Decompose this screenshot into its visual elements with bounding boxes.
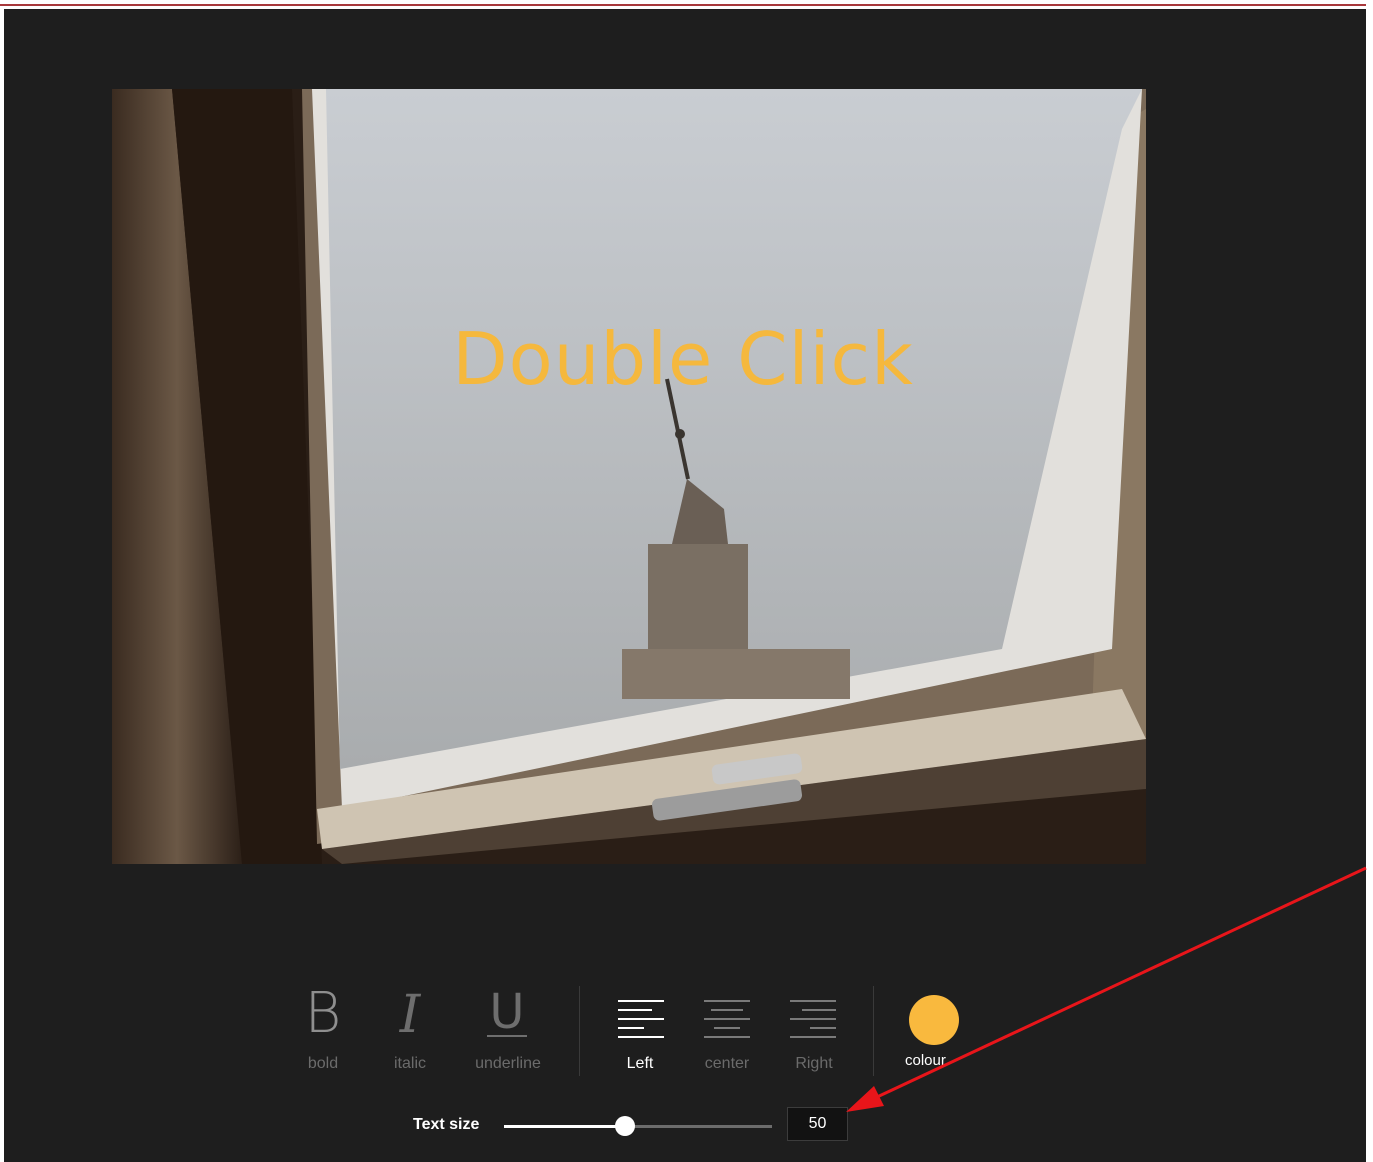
italic-label: italic — [393, 1055, 426, 1072]
align-left-button[interactable]: Left — [600, 978, 680, 1078]
toolbar-separator — [579, 986, 580, 1076]
svg-text:B: B — [305, 981, 342, 1040]
align-left-label: Left — [626, 1055, 654, 1072]
text-size-label: Text size — [413, 1116, 480, 1133]
italic-icon: I — [399, 985, 422, 1040]
photo-canvas[interactable]: Double Click — [112, 89, 1146, 864]
align-center-label: center — [704, 1055, 750, 1072]
slider-fill — [504, 1125, 625, 1128]
text-size-slider[interactable] — [504, 1116, 772, 1136]
bold-button[interactable]: B bold — [283, 978, 363, 1078]
colour-label: colour — [905, 1052, 946, 1069]
italic-button[interactable]: I italic — [370, 978, 450, 1078]
align-center-button[interactable]: center — [687, 978, 767, 1078]
align-right-button[interactable]: Right — [774, 978, 854, 1078]
text-toolbar: B bold I italic U underline Left center … — [275, 978, 1015, 1083]
bold-icon: B — [305, 981, 342, 1040]
align-left-icon — [618, 1000, 664, 1038]
text-size-input[interactable] — [787, 1107, 848, 1141]
svg-text:I: I — [399, 985, 422, 1040]
align-center-icon — [704, 1000, 750, 1038]
underline-icon: U — [487, 984, 527, 1040]
toolbar-separator — [873, 986, 874, 1076]
underline-button[interactable]: U underline — [467, 978, 547, 1078]
slider-thumb[interactable] — [614, 1116, 635, 1136]
overlay-text[interactable]: Double Click — [112, 317, 1146, 401]
underline-label: underline — [475, 1055, 541, 1072]
window-photo — [112, 89, 1146, 864]
bold-label: bold — [307, 1055, 339, 1072]
align-right-icon — [790, 1000, 836, 1038]
top-border-line — [0, 4, 1366, 6]
svg-text:U: U — [489, 984, 524, 1040]
align-right-label: Right — [795, 1055, 833, 1072]
right-edge — [1366, 0, 1373, 1162]
colour-swatch[interactable] — [909, 995, 959, 1045]
